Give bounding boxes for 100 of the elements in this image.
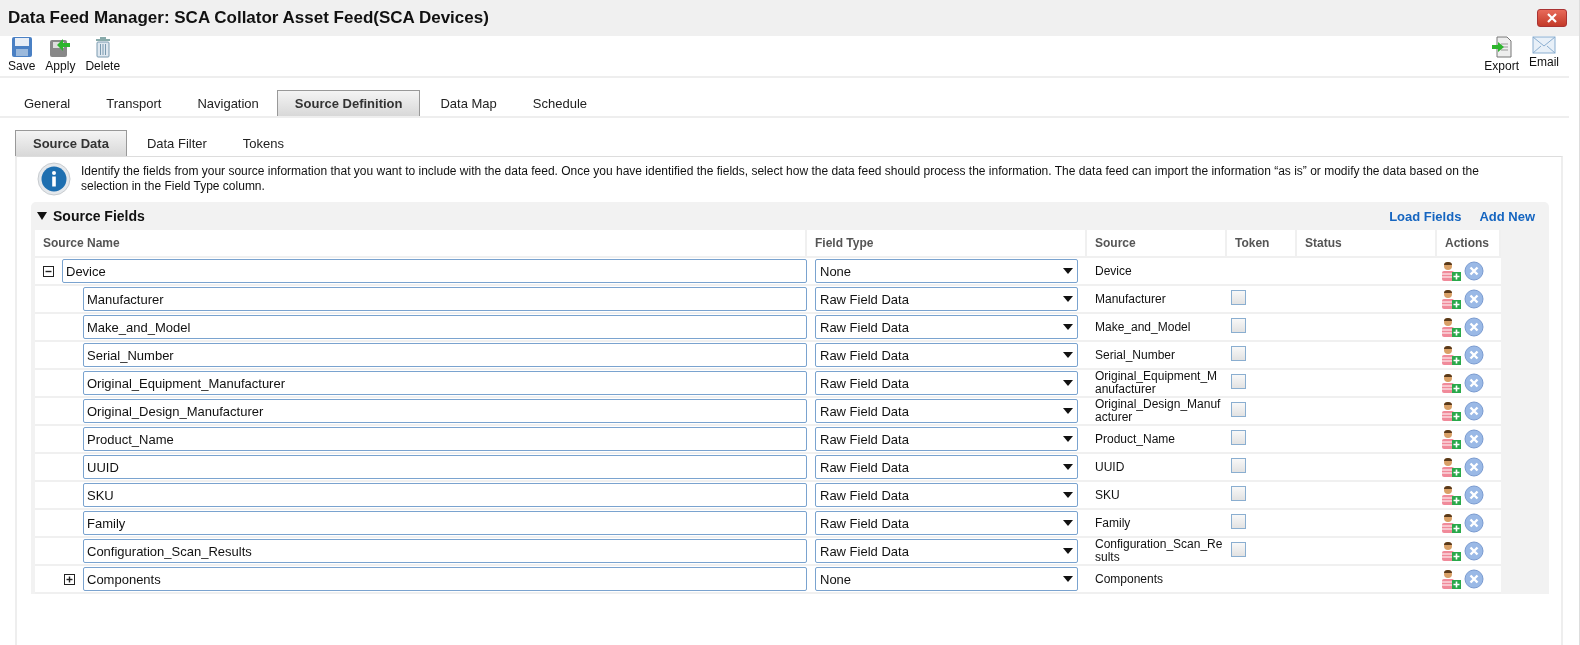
column-header: Token	[1227, 230, 1297, 256]
field-type-dropdown[interactable]: Raw Field Data	[815, 455, 1078, 479]
tab[interactable]: Transport	[88, 90, 180, 116]
person-plus-icon	[1441, 372, 1462, 394]
dropdown-caret-icon	[1063, 436, 1073, 442]
field-type-dropdown[interactable]: Raw Field Data	[815, 287, 1078, 311]
person-plus-icon	[1441, 316, 1462, 338]
field-type-dropdown[interactable]: Raw Field Data	[815, 315, 1078, 339]
source-name-input[interactable]: UUID	[83, 455, 807, 479]
source-name-input[interactable]: Components	[83, 567, 807, 591]
source-cell-text: Manufacturer	[1094, 292, 1167, 306]
header-link[interactable]: Load Fields	[1389, 208, 1462, 224]
field-type-dropdown[interactable]: None	[815, 259, 1078, 283]
token-checkbox[interactable]	[1231, 542, 1246, 557]
dropdown-caret-icon	[1063, 380, 1073, 386]
toolbar-button[interactable]: Email	[1529, 36, 1559, 73]
source-cell-text: Original_Design_Manufacturer	[1094, 398, 1222, 424]
source-name-input[interactable]: Original_Design_Manufacturer	[83, 399, 807, 423]
add-user-button[interactable]	[1441, 288, 1462, 310]
toolbar-button[interactable]: Delete	[85, 36, 121, 73]
circle-x-icon	[1464, 485, 1484, 505]
token-checkbox[interactable]	[1231, 430, 1246, 445]
minus-box-icon	[43, 265, 54, 277]
subtab[interactable]: Source Data	[15, 130, 127, 156]
window-title: Data Feed Manager: SCA Collator Asset Feed(SCA Devices)	[8, 8, 489, 28]
token-checkbox[interactable]	[1231, 458, 1246, 473]
close-button[interactable]	[1537, 9, 1567, 27]
toolbar-button[interactable]: Save	[8, 36, 36, 73]
add-user-button[interactable]	[1441, 512, 1462, 534]
token-checkbox[interactable]	[1231, 346, 1246, 361]
circle-x-icon	[1464, 457, 1484, 477]
source-name-input[interactable]: Family	[83, 511, 807, 535]
token-checkbox[interactable]	[1231, 290, 1246, 305]
circle-x-icon	[1464, 317, 1484, 337]
token-checkbox[interactable]	[1231, 514, 1246, 529]
field-type-dropdown[interactable]: Raw Field Data	[815, 511, 1078, 535]
add-user-button[interactable]	[1441, 260, 1462, 282]
person-plus-icon	[1441, 344, 1462, 366]
toolbar-button[interactable]: Export	[1484, 36, 1519, 73]
add-user-button[interactable]	[1441, 344, 1462, 366]
tab[interactable]: Schedule	[514, 90, 606, 116]
person-plus-icon	[1441, 428, 1462, 450]
dropdown-caret-icon	[1063, 576, 1073, 582]
close-icon	[1547, 13, 1557, 23]
tab[interactable]: Source Definition	[276, 90, 421, 116]
source-name-input[interactable]: Configuration_Scan_Results	[83, 539, 807, 563]
person-plus-icon	[1441, 568, 1462, 590]
field-type-dropdown[interactable]: Raw Field Data	[815, 371, 1078, 395]
add-user-button[interactable]	[1441, 540, 1462, 562]
source-cell-text: UUID	[1094, 460, 1126, 474]
add-user-button[interactable]	[1441, 456, 1462, 478]
field-type-dropdown[interactable]: Raw Field Data	[815, 343, 1078, 367]
add-user-button[interactable]	[1441, 428, 1462, 450]
person-plus-icon	[1441, 484, 1462, 506]
header-link[interactable]: Add New	[1479, 208, 1535, 224]
source-cell-text: Serial_Number	[1094, 348, 1177, 362]
add-user-button[interactable]	[1441, 400, 1462, 422]
add-user-button[interactable]	[1441, 316, 1462, 338]
person-plus-icon	[1441, 512, 1462, 534]
info-text: Identify the fields from your source information that you want to include with the data feed. Once you have identified the fields, select how the data feed should process the information. The data feed can import the information “as is” or modify the data based on the selection in the Field Type column.	[81, 164, 1480, 194]
tab[interactable]: Navigation	[179, 90, 277, 116]
source-name-input[interactable]: Serial_Number	[83, 343, 807, 367]
token-checkbox[interactable]	[1231, 402, 1246, 417]
source-cell-text: Components	[1094, 572, 1165, 586]
field-type-dropdown[interactable]: Raw Field Data	[815, 539, 1078, 563]
dropdown-caret-icon	[1063, 352, 1073, 358]
subtab[interactable]: Data Filter	[128, 130, 225, 156]
column-header: Source Name	[35, 230, 807, 256]
field-type-dropdown[interactable]: Raw Field Data	[815, 427, 1078, 451]
source-name-input[interactable]: SKU	[83, 483, 807, 507]
field-type-dropdown[interactable]: Raw Field Data	[815, 483, 1078, 507]
subtab[interactable]: Tokens	[224, 130, 303, 156]
tab[interactable]: Data Map	[422, 90, 515, 116]
add-user-button[interactable]	[1441, 372, 1462, 394]
toolbar-button[interactable]: Apply	[45, 36, 76, 73]
token-checkbox[interactable]	[1231, 374, 1246, 389]
column-header: Field Type	[807, 230, 1087, 256]
source-name-input[interactable]: Make_and_Model	[83, 315, 807, 339]
source-cell-text: Device	[1094, 264, 1133, 278]
circle-x-icon	[1464, 345, 1484, 365]
source-name-input[interactable]: Device	[62, 259, 807, 283]
tab[interactable]: General	[6, 90, 89, 116]
source-name-input[interactable]: Product_Name	[83, 427, 807, 451]
token-checkbox[interactable]	[1231, 486, 1246, 501]
dropdown-caret-icon	[1063, 324, 1073, 330]
circle-x-icon	[1464, 289, 1484, 309]
circle-x-icon	[1464, 401, 1484, 421]
source-name-input[interactable]: Original_Equipment_Manufacturer	[83, 371, 807, 395]
add-user-button[interactable]	[1441, 568, 1462, 590]
source-name-input[interactable]: Manufacturer	[83, 287, 807, 311]
add-user-button[interactable]	[1441, 484, 1462, 506]
token-checkbox[interactable]	[1231, 318, 1246, 333]
info-icon	[37, 162, 71, 196]
section-toggle[interactable]: Source Fields	[37, 208, 145, 224]
field-type-dropdown[interactable]: None	[815, 567, 1078, 591]
source-cell-text: SKU	[1094, 488, 1121, 502]
circle-x-icon	[1464, 261, 1484, 281]
circle-x-icon	[1464, 373, 1484, 393]
field-type-dropdown[interactable]: Raw Field Data	[815, 399, 1078, 423]
dropdown-caret-icon	[1063, 520, 1073, 526]
